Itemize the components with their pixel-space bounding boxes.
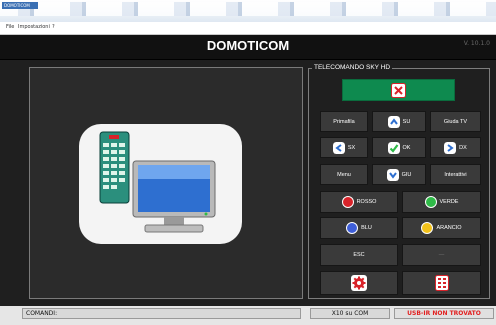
comandi-field: COMANDI: <box>22 308 301 319</box>
power-icon <box>391 82 406 98</box>
x10-status: X10 su COM <box>310 308 390 319</box>
menu-button[interactable]: Menu <box>320 164 368 185</box>
su-button[interactable]: SU <box>372 111 426 132</box>
menu-help[interactable]: ? <box>52 24 55 30</box>
version-label: V. 10.1.0 <box>463 40 490 47</box>
arancio-button[interactable]: ARANCIO <box>402 217 481 239</box>
empty-label: — <box>438 252 445 258</box>
settings-button[interactable] <box>320 271 398 295</box>
remote-control-title: TELECOMANDO SKY HD <box>312 64 393 71</box>
orange-circle-icon <box>421 222 434 234</box>
chevron-right-icon <box>444 141 457 154</box>
arancio-label: ARANCIO <box>436 225 462 231</box>
ok-button[interactable]: OK <box>372 137 426 158</box>
menu-label: Menu <box>337 171 351 178</box>
chevron-up-icon <box>387 115 400 128</box>
dx-label: DX <box>459 144 467 151</box>
esc-label: ESC <box>353 252 365 258</box>
menu-bar: File Impostazioni ? <box>0 22 496 35</box>
red-circle-icon <box>341 196 354 208</box>
su-label: SU <box>402 118 411 125</box>
power-button[interactable] <box>342 79 455 101</box>
verde-button[interactable]: VERDE <box>402 191 481 213</box>
sx-label: SX <box>347 144 356 151</box>
primafila-button[interactable]: Primafila <box>320 111 368 132</box>
primafila-label: Primafila <box>333 118 355 125</box>
rosso-button[interactable]: ROSSO <box>320 191 398 213</box>
menu-impostazioni[interactable]: Impostazioni <box>18 24 50 30</box>
giu-button[interactable]: GIU <box>372 164 426 185</box>
usb-status: USB-IR NON TROVATO <box>394 308 494 319</box>
giu-label: GIU <box>401 171 412 178</box>
app-badge: DOMOTICOM <box>2 2 38 9</box>
checkmark-icon <box>387 141 400 154</box>
sx-button[interactable]: SX <box>320 137 368 158</box>
chevron-left-icon <box>332 141 345 154</box>
blu-label: BLU <box>361 225 372 231</box>
guida-tv-label: Giuda TV <box>443 118 468 125</box>
remote-and-monitor-icon <box>79 124 242 244</box>
green-circle-icon <box>424 196 437 208</box>
remote-icon <box>99 131 130 204</box>
chevron-down-icon <box>386 168 399 181</box>
titlebar-decoration <box>0 2 496 16</box>
ok-label: OK <box>402 144 411 151</box>
keypad-button[interactable] <box>402 271 481 295</box>
window-titlebar: DOMOTICOM <box>0 0 496 22</box>
page-title: DOMOTICOM <box>206 38 290 53</box>
gears-icon <box>351 275 367 291</box>
blu-button[interactable]: BLU <box>320 217 398 239</box>
guida-tv-button[interactable]: Giuda TV <box>430 111 481 132</box>
rosso-label: ROSSO <box>356 199 377 205</box>
interattivi-button[interactable]: Interattivi <box>430 164 481 185</box>
dx-button[interactable]: DX <box>430 137 481 158</box>
menu-file[interactable]: File <box>6 24 14 30</box>
interattivi-label: Interattivi <box>444 171 467 178</box>
blue-circle-icon <box>346 222 359 234</box>
verde-label: VERDE <box>439 199 459 205</box>
keypad-icon <box>434 275 449 291</box>
empty-button[interactable]: — <box>402 244 481 266</box>
esc-button[interactable]: ESC <box>320 244 398 266</box>
